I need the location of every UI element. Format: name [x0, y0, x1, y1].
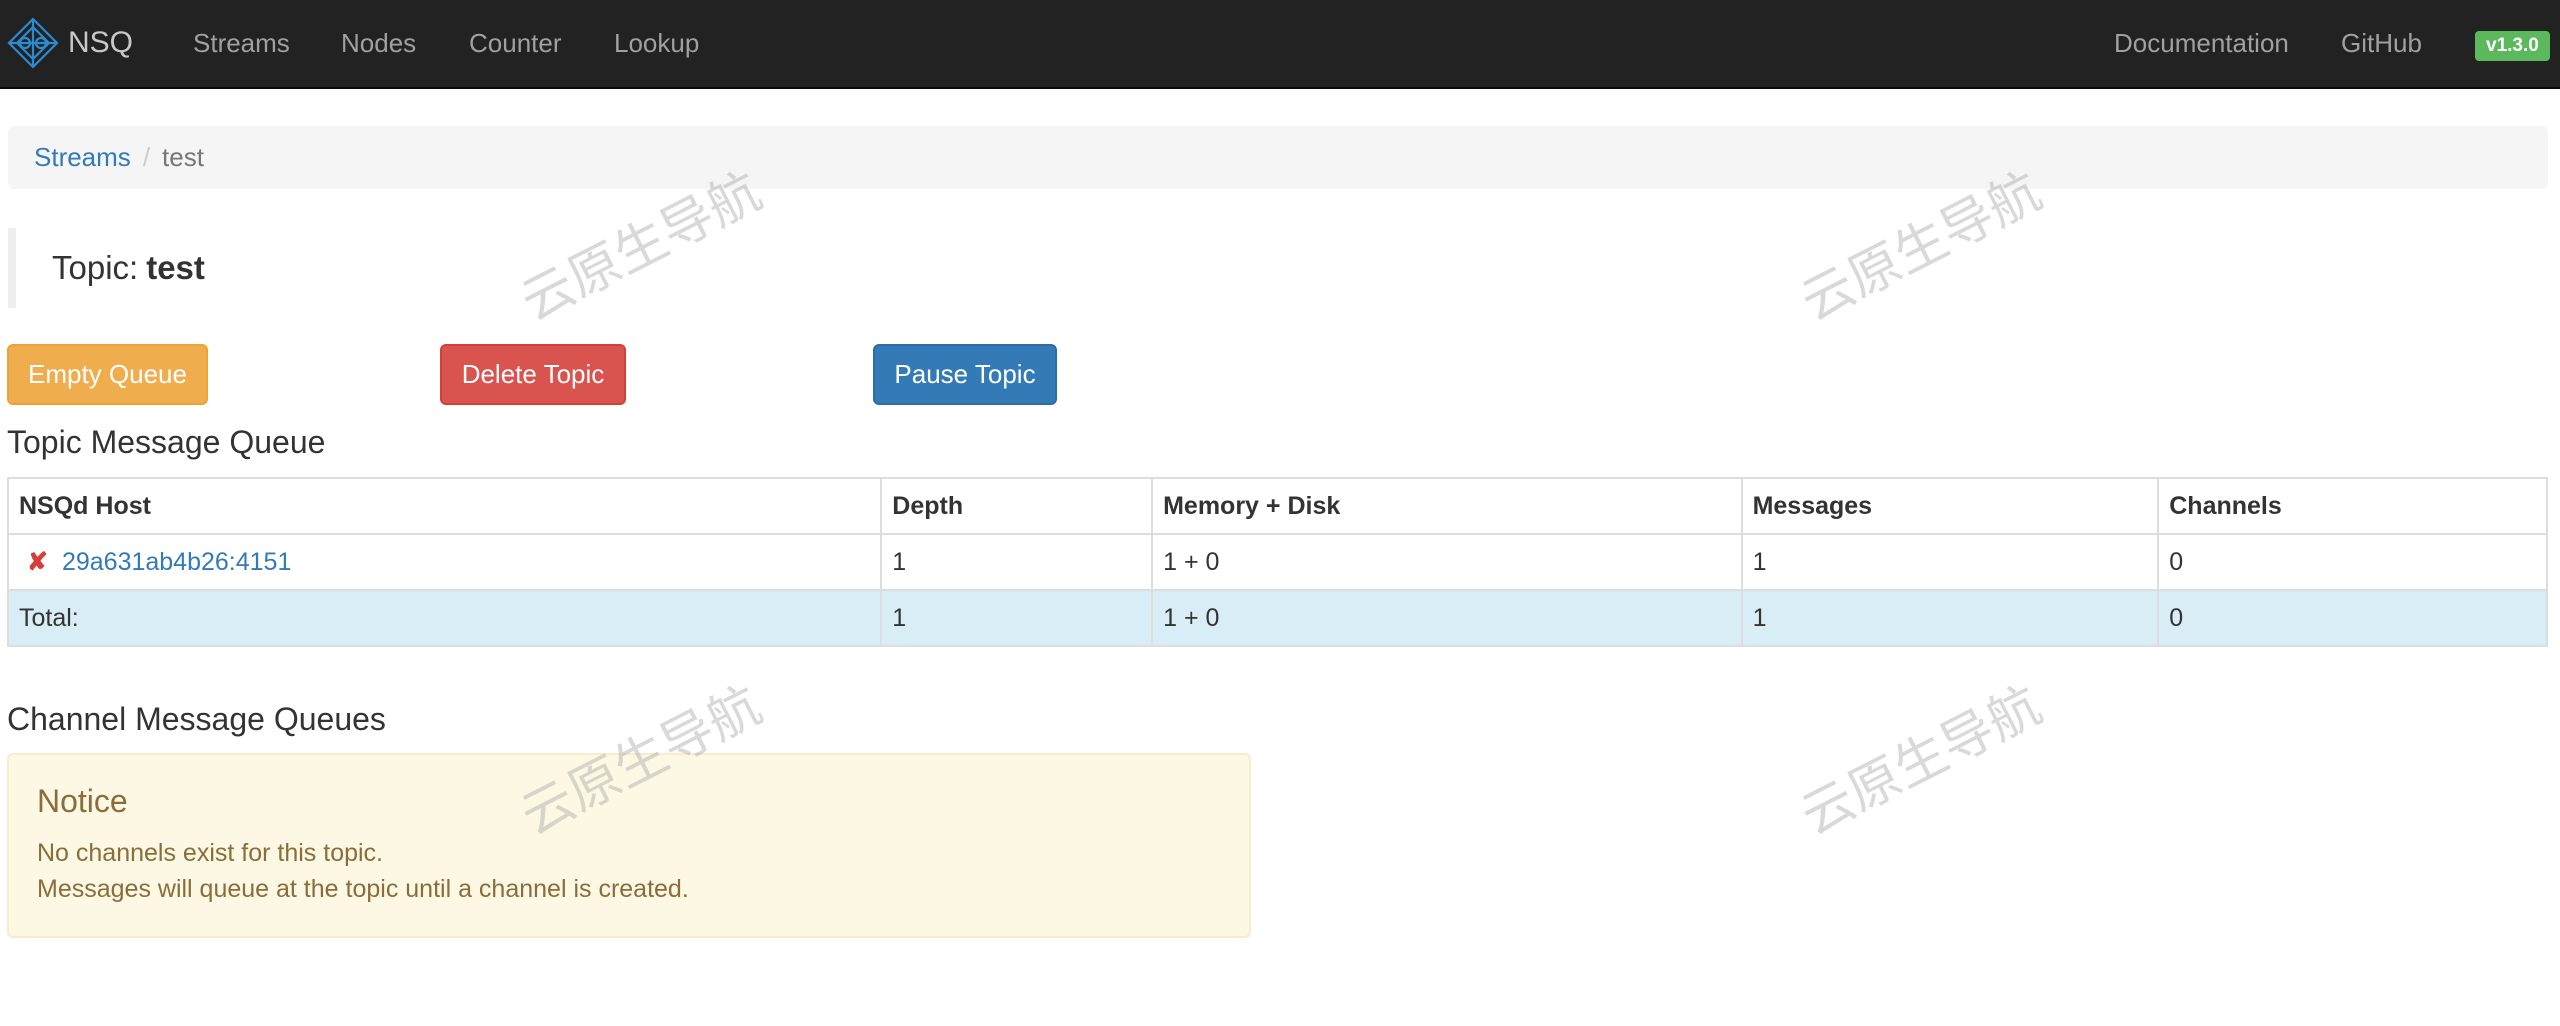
depth-cell: 1 — [880, 533, 1154, 591]
notice-title: Notice — [37, 783, 128, 819]
nav-github[interactable]: GitHub — [2341, 27, 2422, 59]
total-depth: 1 — [880, 589, 1154, 647]
topic-queue-table: NSQd Host Depth Memory + Disk Messages C… — [6, 477, 2548, 647]
notice-alert: Notice No channels exist for this topic.… — [7, 753, 1251, 938]
total-row: Total: 1 1 + 0 1 0 — [6, 589, 2548, 647]
delete-topic-button[interactable]: Delete Topic — [440, 344, 626, 405]
nav-documentation[interactable]: Documentation — [2114, 27, 2289, 59]
total-memory-disk: 1 + 0 — [1151, 589, 1743, 647]
nav-lookup[interactable]: Lookup — [614, 27, 699, 59]
topic-queue-heading: Topic Message Queue — [7, 424, 326, 460]
channels-cell: 0 — [2157, 533, 2548, 591]
breadcrumb: Streams / test — [8, 126, 2548, 189]
pause-topic-button[interactable]: Pause Topic — [873, 344, 1057, 405]
top-navbar: NSQ Streams Nodes Counter Lookup Documen… — [0, 0, 2560, 89]
column-header: Memory + Disk — [1151, 477, 1743, 535]
column-header: Channels — [2157, 477, 2548, 535]
table-header-row: NSQd Host Depth Memory + Disk Messages C… — [6, 477, 2548, 535]
nav-counter[interactable]: Counter — [469, 27, 562, 59]
watermark: 云原生导航 — [1791, 675, 2051, 848]
memory-disk-cell: 1 + 0 — [1151, 533, 1743, 591]
tombstone-x-icon[interactable]: ✘ — [27, 547, 48, 577]
column-header: Messages — [1740, 477, 2160, 535]
total-label: Total: — [6, 589, 883, 647]
empty-queue-button[interactable]: Empty Queue — [7, 344, 208, 405]
version-badge: v1.3.0 — [2475, 31, 2550, 61]
topic-heading: Topic: test — [8, 228, 205, 308]
notice-line: No channels exist for this topic. — [37, 839, 383, 867]
brand-name: NSQ — [68, 26, 134, 59]
breadcrumb-streams-link[interactable]: Streams — [34, 142, 131, 173]
channel-queues-heading: Channel Message Queues — [7, 701, 386, 737]
breadcrumb-separator: / — [142, 142, 151, 172]
topic-label: Topic: — [52, 249, 139, 286]
topic-name: test — [146, 249, 205, 286]
notice-line: Messages will queue at the topic until a… — [37, 875, 689, 903]
total-channels: 0 — [2157, 589, 2548, 647]
brand[interactable]: NSQ — [6, 16, 133, 70]
breadcrumb-current: test — [162, 142, 204, 172]
nav-nodes[interactable]: Nodes — [341, 27, 416, 59]
total-messages: 1 — [1740, 589, 2160, 647]
nsqd-host-link[interactable]: 29a631ab4b26:4151 — [62, 548, 291, 576]
table-row: ✘ 29a631ab4b26:4151 1 1 + 0 1 0 — [6, 533, 2548, 591]
column-header: Depth — [880, 477, 1154, 535]
nav-streams[interactable]: Streams — [193, 27, 290, 59]
messages-cell: 1 — [1740, 533, 2160, 591]
nsq-logo-icon — [7, 17, 59, 69]
column-header: NSQd Host — [6, 477, 883, 535]
host-cell: ✘ 29a631ab4b26:4151 — [6, 533, 883, 591]
